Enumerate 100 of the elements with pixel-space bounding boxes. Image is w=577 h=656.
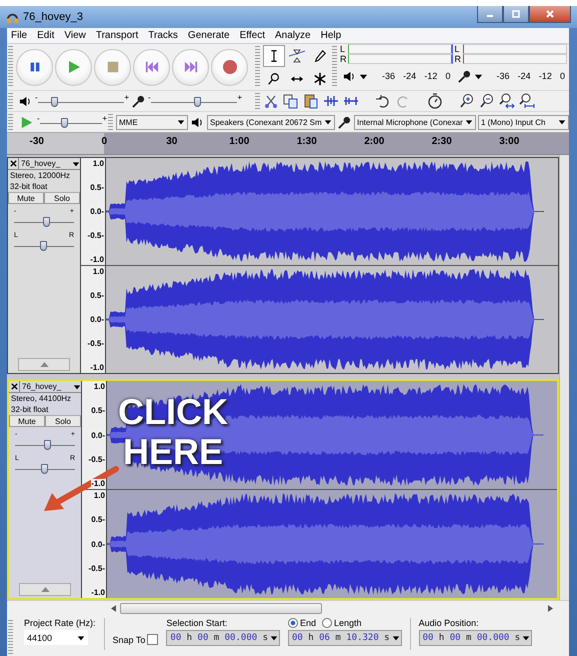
paste-icon[interactable] [303,93,319,109]
audio-position-label: Audio Position: [418,618,480,628]
radio-label: Length [334,618,362,628]
collapse-button[interactable] [18,358,70,371]
solo-button[interactable]: Solo [44,193,80,204]
slider-thumb[interactable] [40,241,47,251]
ruler-label: 1:00 [228,136,250,147]
dropdown-arrow-icon [465,118,473,126]
mute-button[interactable]: Mute [8,193,44,204]
solo-button[interactable]: Solo [45,416,81,427]
scissors-icon[interactable] [263,93,279,109]
slider-thumb[interactable] [44,440,51,450]
skip-to-end-button[interactable] [172,48,209,86]
dropdown-arrow-icon[interactable] [359,72,368,80]
channel-label: R [454,54,462,64]
menu-item[interactable]: Effect [240,30,266,41]
host-dropdown[interactable]: MME [116,114,188,130]
vertical-scrollbar[interactable] [559,155,569,600]
mute-button[interactable]: Mute [9,416,45,427]
slider-thumb[interactable] [43,217,50,227]
menu-item[interactable]: File [11,30,28,41]
amplitude-label: -1.0 [90,255,104,264]
meter-scale-label: 0 [560,71,565,81]
scroll-left-arrow-icon[interactable] [111,604,116,612]
up-triangle-icon [40,362,48,367]
pencil-icon [313,48,327,62]
speaker-icon [343,70,356,82]
menu-item[interactable]: Generate [188,30,230,41]
track-name-menu[interactable]: 76_hovey_ [19,158,80,169]
microphone-icon [458,70,470,82]
project-rate-dropdown[interactable]: 44100 [24,630,88,645]
amplitude-label: 0.0- [90,207,104,216]
slider-min-label: - [35,94,38,102]
menu-item[interactable]: Analyze [275,30,311,41]
channel-label: R [340,54,348,64]
output-device-dropdown[interactable]: Speakers (Conexant 20672 Sm [207,114,335,130]
slider-thumb[interactable] [51,97,58,107]
dropdown-arrow-icon [324,118,332,126]
close-icon [10,160,16,167]
timer-icon[interactable] [427,93,443,109]
copy-icon[interactable] [283,93,299,109]
menu-item[interactable]: Help [320,30,342,41]
amplitude-label: 1.0 [94,382,105,391]
selection-tool[interactable] [263,44,285,66]
track-format: 32-bit float [9,181,48,192]
close-button[interactable] [529,6,571,23]
collapse-button[interactable] [19,583,71,596]
amplitude-label: 1.0 [92,267,104,276]
close-track-button[interactable] [9,381,20,392]
menu-item[interactable]: Edit [37,30,54,41]
fit-selection-icon[interactable] [499,93,515,109]
zoom-in-icon[interactable] [459,93,475,109]
slider-max-label: + [102,115,107,123]
play-button[interactable] [55,48,92,86]
skip-to-end-icon [184,60,198,74]
ruler-label: -30 [28,136,45,147]
close-track-button[interactable] [8,158,19,169]
close-icon [545,9,555,19]
selection-start-label: Selection Start: [166,618,228,628]
amplitude-label: 0.5- [90,183,104,192]
meter-scale-label: -24 [403,71,416,81]
radio-button[interactable] [288,618,298,628]
dropdown-arrow-icon [72,160,80,168]
slider-thumb[interactable] [60,118,68,128]
menu-item[interactable]: View [64,30,86,41]
meter-scale-label: -12 [538,71,552,81]
timeline-ruler[interactable]: -30 0 30 1:00 1:30 2:00 2:30 3:00 [7,132,569,155]
maximize-button[interactable] [503,6,529,23]
amplitude-label: -1.0 [91,479,105,488]
amplitude-label: 0.0- [91,430,105,440]
record-button[interactable] [211,48,248,86]
time-field[interactable]: 00 h 00 m 00.000 s [418,630,532,646]
time-field[interactable]: 00 h 00 m 00.000 s [166,630,280,646]
menu-item[interactable]: Transport [96,30,138,41]
amplitude-label: 0.5- [91,406,105,416]
horizontal-scrollbar[interactable] [7,600,569,615]
skip-to-start-button[interactable] [133,48,170,86]
meter-scale-label: -24 [518,71,531,81]
magnifier-icon [267,72,281,86]
track-format: 32-bit float [10,404,50,415]
scroll-right-arrow-icon[interactable] [548,604,553,612]
snap-to-checkbox[interactable] [147,634,158,645]
track-name-menu[interactable]: 76_hovey_ [20,381,81,392]
fit-project-icon[interactable] [519,93,535,109]
zoom-out-icon[interactable] [479,93,495,109]
menu-item[interactable]: Tracks [148,30,178,41]
minimize-button[interactable] [477,6,503,23]
input-channels-dropdown[interactable]: 1 (Mono) Input Ch [478,114,569,130]
dropdown-arrow-icon[interactable] [474,72,482,80]
project-rate-label: Project Rate (Hz): [24,618,96,628]
slider-thumb[interactable] [194,97,202,107]
undo-icon[interactable] [375,93,391,109]
asterisk-icon [313,72,327,86]
time-field[interactable]: 00 h 06 m 10.320 s [288,630,402,646]
input-device-dropdown[interactable]: Internal Microphone (Conexar [354,114,476,130]
trim-audio-icon[interactable] [323,93,339,109]
scrollbar-thumb[interactable] [120,603,322,614]
pause-button[interactable] [16,48,53,86]
radio-button[interactable] [322,618,332,628]
slider-thumb[interactable] [41,464,48,474]
